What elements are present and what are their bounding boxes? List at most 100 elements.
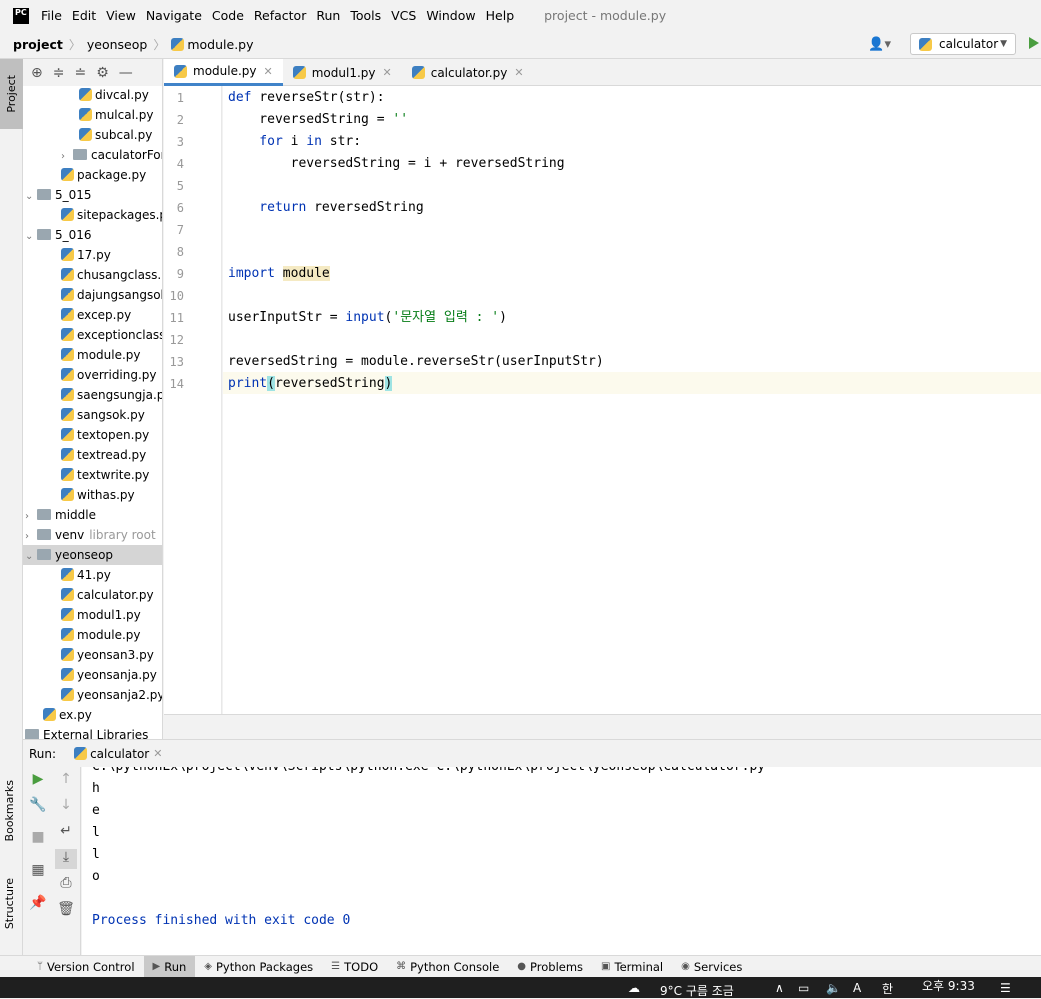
collapse-all-icon[interactable]: ≐ — [74, 65, 86, 81]
tool-window-button[interactable]: ● Problems — [508, 956, 592, 978]
tree-item[interactable]: subcal.py — [23, 125, 162, 145]
notification-icon[interactable]: ☰ — [1000, 981, 1011, 995]
tree-item[interactable]: module.py — [23, 345, 162, 365]
tree-item[interactable]: divcal.py — [23, 85, 162, 105]
ime-indicator[interactable]: 한 — [882, 980, 893, 997]
rerun-icon[interactable]: ▶ — [27, 771, 49, 791]
tree-item[interactable]: withas.py — [23, 485, 162, 505]
soft-wrap-icon[interactable]: ↵ — [55, 823, 77, 843]
up-arrow-icon[interactable]: ↑ — [55, 771, 77, 791]
volume-icon[interactable]: 🔈 — [826, 981, 841, 995]
tab-modul1-py[interactable]: modul1.py ✕ — [283, 59, 402, 86]
tool-window-button[interactable]: ▣ Terminal — [592, 956, 672, 978]
close-icon[interactable]: ✕ — [383, 66, 392, 79]
gear-icon[interactable]: ⚙ — [96, 65, 109, 81]
wrench-icon[interactable]: 🔧 — [27, 797, 49, 817]
tree-item[interactable]: yeonsanja.py — [23, 665, 162, 685]
run-tab-calculator[interactable]: calculator — [90, 747, 149, 761]
tree-item[interactable]: saengsungja.py — [23, 385, 162, 405]
close-icon[interactable]: ✕ — [153, 747, 162, 760]
tree-item[interactable]: ⌄ 5_015 — [23, 185, 162, 207]
menu-view[interactable]: View — [106, 8, 136, 23]
chevron-down-icon[interactable]: ⌄ — [25, 227, 37, 247]
tree-item[interactable]: yeonsanja2.py — [23, 685, 162, 705]
tool-window-button[interactable]: ◉ Services — [672, 956, 751, 978]
weather-icon[interactable]: ☁ — [628, 981, 640, 995]
tool-window-button[interactable]: ▶ Run — [143, 955, 196, 978]
down-arrow-icon[interactable]: ↓ — [55, 797, 77, 817]
structure-tool-tab[interactable]: Structure — [3, 878, 21, 932]
menu-tools[interactable]: Tools — [350, 8, 381, 23]
hide-icon[interactable]: — — [119, 65, 133, 81]
tree-item[interactable]: overriding.py — [23, 365, 162, 385]
tree-item[interactable]: › venv library root — [23, 525, 162, 547]
tool-window-button[interactable]: ◈ Python Packages — [195, 956, 322, 978]
tree-item[interactable]: ⌄ 5_016 — [23, 225, 162, 247]
menu-code[interactable]: Code — [212, 8, 244, 23]
menu-edit[interactable]: Edit — [72, 8, 96, 23]
layout-icon[interactable]: ▦ — [27, 862, 49, 882]
chevron-right-icon[interactable]: › — [25, 507, 37, 527]
input-mode-icon[interactable]: A — [853, 981, 861, 995]
tab-calculator-py[interactable]: calculator.py ✕ — [402, 59, 534, 86]
menu-vcs[interactable]: VCS — [391, 8, 416, 23]
tree-item[interactable]: dajungsangsok.py — [23, 285, 162, 305]
tree-item[interactable]: modul1.py — [23, 605, 162, 625]
user-icon[interactable]: 👤▾ — [868, 37, 891, 52]
tree-item[interactable]: › middle — [23, 505, 162, 527]
tree-item[interactable]: textwrite.py — [23, 465, 162, 485]
tree-item[interactable]: package.py — [23, 165, 162, 185]
tree-item[interactable]: chusangclass.py — [23, 265, 162, 285]
tree-item[interactable]: mulcal.py — [23, 105, 162, 125]
chevron-right-icon[interactable]: › — [25, 527, 37, 547]
tree-item[interactable]: sitepackages.py — [23, 205, 162, 225]
expand-all-icon[interactable]: ≑ — [53, 65, 65, 81]
tree-item[interactable]: ⌄ yeonseop — [23, 545, 162, 567]
tool-window-button[interactable]: ⌘ Python Console — [387, 956, 508, 978]
tree-item[interactable]: › caculatorForInt — [23, 145, 162, 167]
tree-item[interactable]: calculator.py — [23, 585, 162, 605]
tree-item[interactable]: 17.py — [23, 245, 162, 265]
scroll-to-end-icon[interactable]: ⤓ — [55, 849, 77, 869]
chevron-right-icon[interactable]: › — [61, 147, 73, 167]
trash-icon[interactable]: 🗑 — [55, 901, 77, 921]
project-tool-tab[interactable]: Project — [0, 59, 23, 129]
tree-item[interactable]: textread.py — [23, 445, 162, 465]
menu-navigate[interactable]: Navigate — [146, 8, 202, 23]
tool-window-button[interactable]: ☰ TODO — [322, 956, 387, 978]
bookmarks-tool-tab[interactable]: Bookmarks — [3, 780, 21, 844]
chevron-down-icon[interactable]: ⌄ — [25, 547, 37, 567]
menu-file[interactable]: File — [41, 8, 62, 23]
chevron-down-icon[interactable]: ⌄ — [25, 187, 37, 207]
tree-item[interactable]: ex.py — [23, 705, 162, 725]
close-icon[interactable]: ✕ — [264, 65, 273, 78]
tree-item[interactable]: yeonsan3.py — [23, 645, 162, 665]
clock[interactable]: 오후 9:33 — [922, 977, 975, 994]
stop-icon[interactable]: ■ — [27, 829, 49, 849]
tree-item[interactable]: module.py — [23, 625, 162, 645]
menu-refactor[interactable]: Refactor — [254, 8, 306, 23]
tab-module-py[interactable]: module.py ✕ — [164, 59, 283, 86]
tool-window-button[interactable]: ᛘ Version Control — [28, 956, 144, 978]
run-play-icon[interactable] — [1029, 37, 1039, 49]
menu-window[interactable]: Window — [426, 8, 475, 23]
menu-help[interactable]: Help — [486, 8, 515, 23]
code-editor[interactable]: def reverseStr(str): reversedString = ''… — [223, 86, 1041, 714]
breadcrumb-project[interactable]: project — [13, 37, 63, 52]
tree-item[interactable]: External Libraries — [23, 725, 162, 739]
run-configuration-select[interactable]: calculator ▼ — [910, 33, 1016, 55]
close-icon[interactable]: ✕ — [514, 66, 523, 79]
pin-icon[interactable]: 📌 — [27, 895, 49, 915]
tree-item[interactable]: 41.py — [23, 565, 162, 585]
locate-icon[interactable]: ⊕ — [31, 65, 43, 81]
tree-item[interactable]: textopen.py — [23, 425, 162, 445]
run-console-output[interactable]: C:\pythonEx\project\venv\Scripts\python.… — [82, 767, 1041, 955]
tree-item[interactable]: exceptionclass.py — [23, 325, 162, 345]
tray-up-icon[interactable]: ∧ — [775, 981, 784, 995]
network-icon[interactable]: ▭ — [798, 981, 809, 995]
tree-item[interactable]: excep.py — [23, 305, 162, 325]
print-icon[interactable]: ⎙ — [55, 875, 77, 895]
tree-item[interactable]: sangsok.py — [23, 405, 162, 425]
breadcrumb-yeonseop[interactable]: yeonseop — [87, 37, 147, 52]
menu-run[interactable]: Run — [316, 8, 340, 23]
